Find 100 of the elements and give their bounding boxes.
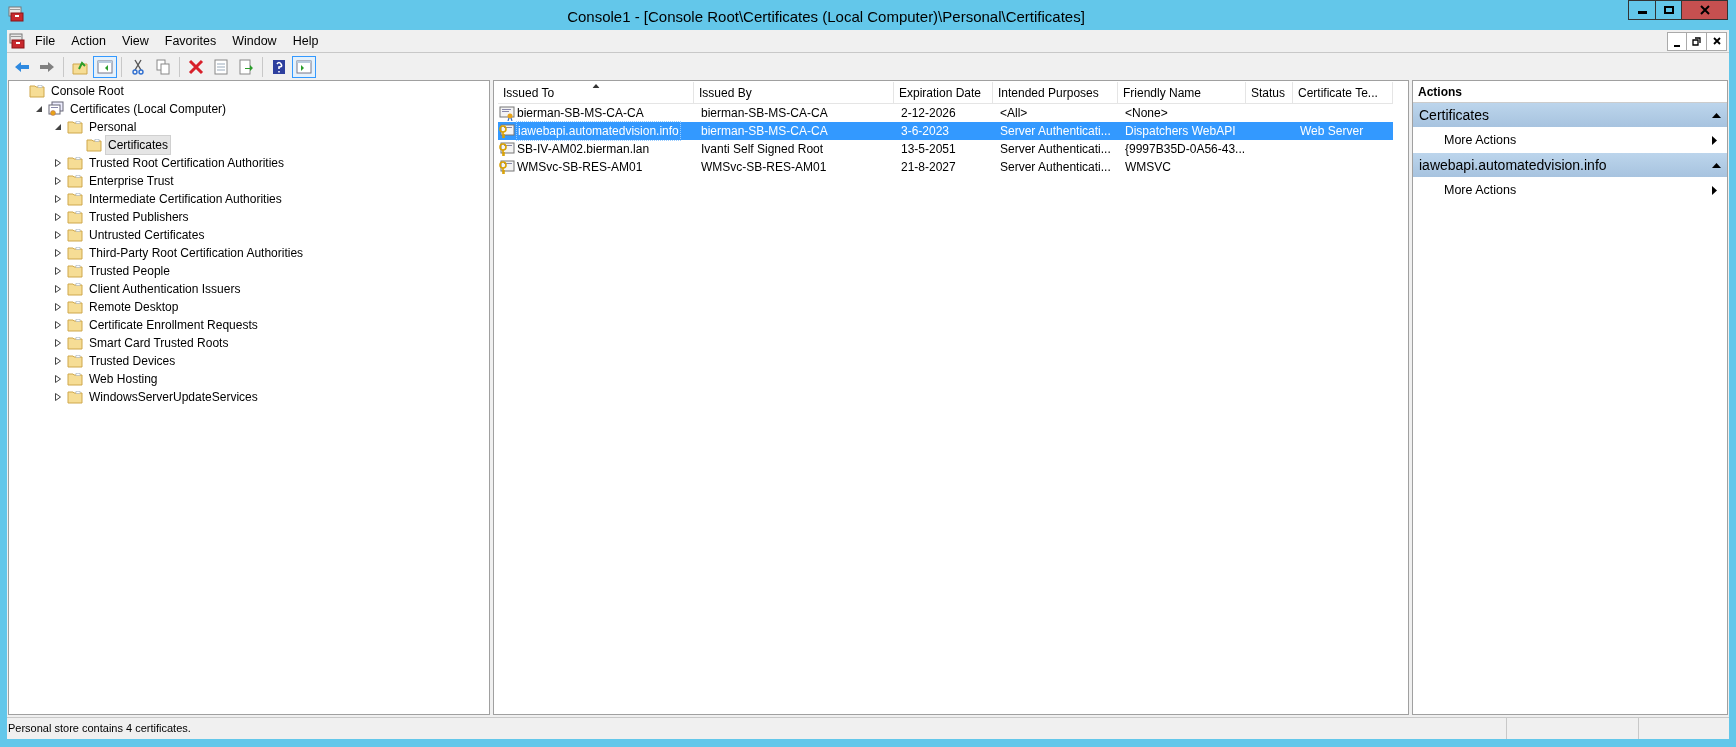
column-header[interactable]: Friendly Name: [1118, 82, 1246, 104]
folder-icon: [67, 156, 83, 170]
folder-icon: [67, 120, 83, 134]
minimize-button[interactable]: [1628, 0, 1656, 20]
menu-item[interactable]: Help: [284, 31, 327, 51]
column-header[interactable]: Certificate Te...: [1293, 82, 1393, 104]
tree-item[interactable]: Third-Party Root Certification Authorities: [86, 243, 307, 263]
minimize-button[interactable]: [1667, 31, 1687, 51]
sort-ascending-icon: [592, 84, 599, 88]
expand-arrow-icon[interactable]: [54, 231, 62, 239]
tree-item[interactable]: Untrusted Certificates: [86, 225, 208, 245]
tree-item[interactable]: Certificates: [105, 135, 172, 155]
submenu-arrow-icon: [1712, 185, 1717, 195]
table-cell-text: bierman-SB-MS-CA-CA: [517, 105, 644, 122]
column-header[interactable]: Status: [1246, 82, 1293, 104]
expand-arrow-icon[interactable]: [54, 249, 62, 257]
certificate-row[interactable]: WMSvc-SB-RES-AM01 WMSvc-SB-RES-AM01 21-8-2027 Server Authenticati... WMSVC: [498, 158, 1393, 176]
expand-arrow-icon[interactable]: [54, 375, 62, 383]
tree-item[interactable]: Intermediate Certification Authorities: [86, 189, 285, 209]
column-header[interactable]: Expiration Date: [894, 82, 993, 104]
tree-item[interactable]: Trusted People: [86, 261, 173, 281]
certificate-key-icon: [499, 159, 515, 175]
menu-item[interactable]: Window: [224, 31, 285, 51]
tree-item[interactable]: Trusted Root Certification Authorities: [86, 153, 287, 173]
actions-section-header[interactable]: iawebapi.automatedvision.info: [1413, 153, 1727, 177]
menu-item[interactable]: Action: [63, 31, 114, 51]
table-cell-text: Server Authenticati...: [1000, 123, 1111, 140]
tree-item[interactable]: Console Root: [48, 81, 127, 101]
table-cell-text: Server Authenticati...: [1000, 159, 1111, 176]
tree-item[interactable]: Personal: [86, 117, 140, 137]
tree-item[interactable]: Smart Card Trusted Roots: [86, 333, 232, 353]
table-cell-text: Web Server: [1300, 123, 1364, 140]
app-icon: [8, 6, 24, 22]
table-cell-text: Dispatchers WebAPI: [1125, 123, 1236, 140]
column-header[interactable]: Intended Purposes: [993, 82, 1118, 104]
tree-item[interactable]: WindowsServerUpdateServices: [86, 387, 261, 407]
action-item[interactable]: More Actions: [1413, 177, 1727, 203]
table-cell-text: 3-6-2023: [901, 123, 950, 140]
certificate-key-icon: [499, 141, 515, 157]
expand-arrow-icon[interactable]: [54, 267, 62, 275]
expand-arrow-icon[interactable]: [54, 195, 62, 203]
folder-icon: [67, 174, 83, 188]
restore-button[interactable]: [1687, 31, 1707, 51]
folder-icon: [67, 282, 83, 296]
folder-icon: [67, 192, 83, 206]
collapse-arrow-icon[interactable]: [54, 123, 62, 131]
folder-icon: [67, 264, 83, 278]
tree-item[interactable]: Client Authentication Issuers: [86, 279, 244, 299]
table-cell-text: bierman-SB-MS-CA-CA: [701, 105, 828, 122]
column-header[interactable]: Issued By: [694, 82, 894, 104]
status-text: Personal store contains 4 certificates.: [8, 721, 191, 737]
folder-icon: [86, 138, 102, 152]
close-icon: [1712, 37, 1721, 45]
table-cell-text: SB-IV-AM02.bierman.lan: [517, 141, 650, 158]
expand-arrow-icon[interactable]: [54, 285, 62, 293]
menu-item[interactable]: Favorites: [156, 31, 225, 51]
action-item[interactable]: More Actions: [1413, 127, 1727, 153]
folder-icon: [67, 336, 83, 350]
certificate-row[interactable]: SB-IV-AM02.bierman.lan Ivanti Self Signed Root 13-5-2051 Server Authenticati... {9997B35D-0A56-43...: [498, 140, 1393, 158]
table-cell-text: <None>: [1125, 105, 1168, 122]
column-header[interactable]: Issued To: [498, 82, 694, 104]
expand-arrow-icon[interactable]: [54, 213, 62, 221]
menu-item[interactable]: View: [113, 31, 157, 51]
certificate-icon: [499, 105, 515, 121]
expand-arrow-icon[interactable]: [54, 393, 62, 401]
tree-item[interactable]: Trusted Devices: [86, 351, 179, 371]
expand-arrow-icon[interactable]: [54, 303, 62, 311]
folder-icon: [67, 300, 83, 314]
table-cell-text: Server Authenticati...: [1000, 141, 1111, 158]
expand-arrow-icon[interactable]: [54, 321, 62, 329]
folder-icon: [67, 210, 83, 224]
tree-item[interactable]: Web Hosting: [86, 369, 161, 389]
console-tree-icon[interactable]: [93, 55, 117, 78]
tree-item[interactable]: Trusted Publishers: [86, 207, 192, 227]
menu-item[interactable]: File: [27, 31, 64, 51]
expand-arrow-icon[interactable]: [54, 339, 62, 347]
table-cell-text: 13-5-2051: [901, 141, 956, 158]
tree-item[interactable]: Certificates (Local Computer): [67, 99, 230, 119]
close-icon: [1699, 5, 1710, 15]
expand-arrow-icon[interactable]: [54, 159, 62, 167]
tree-item[interactable]: Enterprise Trust: [86, 171, 177, 191]
expand-arrow-icon[interactable]: [54, 177, 62, 185]
collapse-arrow-icon[interactable]: [1712, 162, 1721, 168]
actions-section-header[interactable]: Certificates: [1413, 103, 1727, 127]
tree-item[interactable]: Certificate Enrollment Requests: [86, 315, 261, 335]
certificate-key-icon: [499, 123, 515, 139]
folder-icon: [67, 354, 83, 368]
table-cell: iawebapi.automatedvision.info: [516, 121, 681, 141]
folder-icon: [67, 372, 83, 386]
certificate-row[interactable]: bierman-SB-MS-CA-CA bierman-SB-MS-CA-CA 2-12-2026 <All> <None>: [498, 104, 1393, 122]
tree-item[interactable]: Remote Desktop: [86, 297, 182, 317]
collapse-arrow-icon[interactable]: [35, 105, 43, 113]
expand-arrow-icon[interactable]: [54, 357, 62, 365]
collapse-arrow-icon[interactable]: [1712, 112, 1721, 118]
table-cell-text: 21-8-2027: [901, 159, 956, 176]
table-cell-text: WMSvc-SB-RES-AM01: [517, 159, 643, 176]
close-button[interactable]: [1707, 31, 1727, 51]
folder-icon: [67, 228, 83, 242]
table-cell-text: {9997B35D-0A56-43...: [1125, 141, 1246, 158]
table-cell-text: WMSVC: [1125, 159, 1171, 176]
